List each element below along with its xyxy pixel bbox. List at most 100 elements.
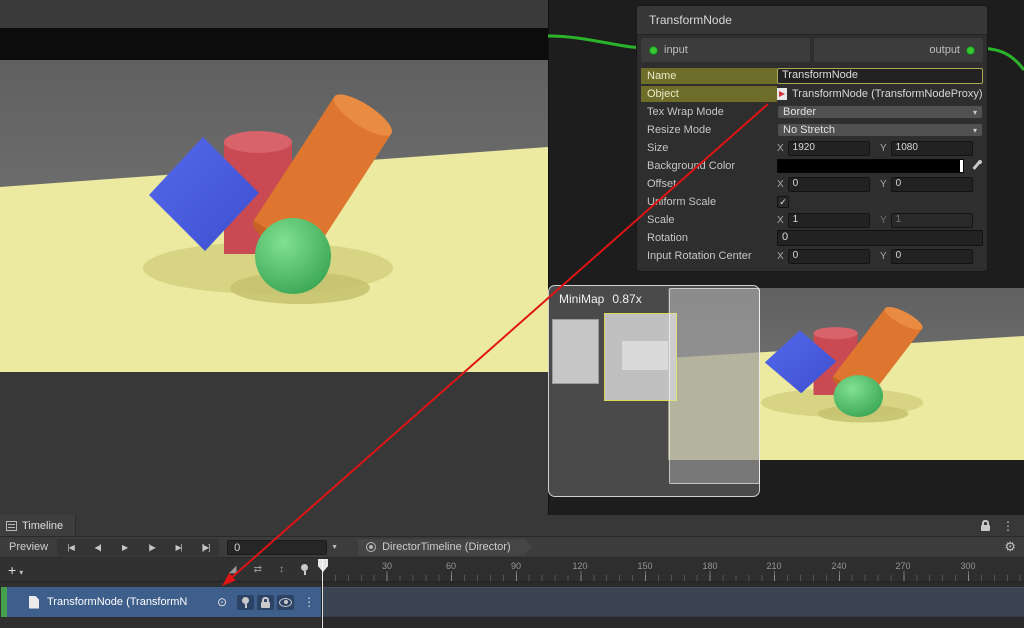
input-port-dot-icon[interactable] xyxy=(649,46,658,55)
rotation-center-y-label: Y xyxy=(880,251,887,262)
offset-x-field[interactable]: 0 xyxy=(788,177,870,192)
gear-icon[interactable]: ⚙ xyxy=(1004,539,1024,555)
uniform-scale-checkbox[interactable]: ✓ xyxy=(777,196,789,208)
name-field[interactable]: TransformNode xyxy=(777,68,983,84)
resize-mode-dropdown[interactable]: No Stretch ▾ xyxy=(777,123,983,137)
frame-options-caret-icon[interactable]: ▼ xyxy=(331,544,338,551)
transform-node-card[interactable]: TransformNode input output Name Transfor… xyxy=(636,5,988,272)
scale-x-label: X xyxy=(777,215,784,226)
object-picker-icon[interactable]: ⊙ xyxy=(217,596,227,608)
rotation-field[interactable]: 0 xyxy=(777,230,983,246)
ruler-tick-label: 120 xyxy=(572,561,587,571)
name-label: Name xyxy=(641,68,777,84)
lock-icon[interactable] xyxy=(981,520,990,531)
ruler-tick-label: 270 xyxy=(895,561,910,571)
timeline-ruler[interactable]: 30 60 90 120 150 180 210 240 270 300 xyxy=(322,558,1024,582)
minimap-node-thumbnail[interactable] xyxy=(552,319,599,384)
minimap-zoom-level: 0.87x xyxy=(612,292,641,306)
marker-pin-icon[interactable] xyxy=(301,564,308,575)
timeline-window: Timeline ⋮ Preview |◀ ◀| ▶ |▶ ▶| [▶] 0 ▼… xyxy=(0,515,1024,628)
track-name: TransformNode (TransformN xyxy=(47,596,215,608)
previous-frame-button[interactable]: ◀| xyxy=(84,543,111,552)
breadcrumb-label: DirectorTimeline (Director) xyxy=(382,541,511,553)
object-field[interactable]: TransformNode (TransformNodeProxy) xyxy=(777,88,983,100)
input-rotation-center-label: Input Rotation Center xyxy=(641,248,777,264)
minimap-node-thumbnail-selected[interactable] xyxy=(604,313,677,401)
replace-mode-icon[interactable]: ↕ xyxy=(279,564,284,575)
plus-icon: + xyxy=(8,563,16,577)
chevron-down-icon: ▾ xyxy=(973,126,977,135)
ruler-tick-label: 30 xyxy=(382,561,392,571)
ripple-mode-icon[interactable]: ⇄ xyxy=(254,564,262,575)
track-lane[interactable] xyxy=(322,587,1024,617)
scale-label: Scale xyxy=(641,212,777,228)
output-port[interactable]: output xyxy=(814,38,983,62)
object-value: TransformNode (TransformNodeProxy) xyxy=(792,88,983,100)
tab-timeline[interactable]: Timeline xyxy=(0,515,76,536)
size-y-field[interactable]: 1080 xyxy=(891,141,973,156)
lock-track-button[interactable] xyxy=(257,595,274,610)
property-row-background-color: Background Color xyxy=(641,157,983,175)
eyedropper-icon[interactable] xyxy=(969,159,983,173)
track-toggle-buttons xyxy=(237,595,294,610)
property-row-input-rotation-center: Input Rotation Center X 0 Y 0 xyxy=(641,247,983,265)
input-port[interactable]: input xyxy=(641,38,810,62)
size-label: Size xyxy=(641,140,777,156)
minimap-title-row: MiniMap 0.87x xyxy=(559,292,642,306)
game-view-letterbox xyxy=(0,28,548,60)
transport-controls: |◀ ◀| ▶ |▶ ▶| [▶] xyxy=(57,539,219,556)
node-header[interactable]: TransformNode xyxy=(637,6,987,35)
offset-x-label: X xyxy=(777,179,784,190)
playhead-line xyxy=(322,559,323,628)
size-x-field[interactable]: 1920 xyxy=(788,141,870,156)
output-port-dot-icon[interactable] xyxy=(966,46,975,55)
left-panel-empty-area xyxy=(0,372,548,515)
red-cylinder-top xyxy=(224,131,292,153)
tex-wrap-dropdown[interactable]: Border ▾ xyxy=(777,105,983,119)
scene-render xyxy=(0,60,548,372)
output-port-label: output xyxy=(929,44,960,56)
breadcrumb[interactable]: DirectorTimeline (Director) xyxy=(358,539,533,556)
minimap-panel[interactable]: MiniMap 0.87x xyxy=(548,285,760,497)
node-title: TransformNode xyxy=(649,13,732,27)
pin-track-button[interactable] xyxy=(237,595,254,610)
track-list-header: + ▾ ◢ ⇄ ↕ xyxy=(0,558,322,582)
mute-track-button[interactable] xyxy=(277,595,294,610)
go-to-end-button[interactable]: ▶| xyxy=(165,543,192,552)
rotation-center-y-field[interactable]: 0 xyxy=(891,249,973,264)
uniform-scale-label: Uniform Scale xyxy=(641,194,777,210)
ruler-major-ticks xyxy=(322,571,1024,581)
play-button[interactable]: ▶ xyxy=(111,543,138,552)
node-ports-row: input output xyxy=(637,35,987,65)
property-row-size: Size X 1920 Y 1080 xyxy=(641,139,983,157)
next-frame-button[interactable]: |▶ xyxy=(138,543,165,552)
window-menu-icon[interactable]: ⋮ xyxy=(1002,520,1014,532)
offset-y-label: Y xyxy=(880,179,887,190)
game-view-viewport[interactable] xyxy=(0,60,548,372)
go-to-start-button[interactable]: |◀ xyxy=(57,543,84,552)
node-properties: Name TransformNode Object TransformNode … xyxy=(637,65,987,271)
mix-mode-icon[interactable]: ◢ xyxy=(229,564,237,575)
scale-x-field[interactable]: 1 xyxy=(788,213,870,228)
property-row-scale: Scale X 1 Y 1 xyxy=(641,211,983,229)
track-row[interactable]: TransformNode (TransformN ⊙ ⋮ xyxy=(1,587,321,617)
property-row-tex-wrap: Tex Wrap Mode Border ▾ xyxy=(641,103,983,121)
rotation-center-x-field[interactable]: 0 xyxy=(788,249,870,264)
background-color-swatch[interactable] xyxy=(777,159,964,173)
play-range-button[interactable]: [▶] xyxy=(192,543,219,552)
preview-toggle-button[interactable]: Preview xyxy=(0,541,57,553)
minimap-viewport-rect[interactable] xyxy=(669,288,760,484)
object-label: Object xyxy=(641,86,777,102)
rotation-label: Rotation xyxy=(641,230,777,246)
resize-mode-label: Resize Mode xyxy=(641,122,777,138)
offset-y-field[interactable]: 0 xyxy=(891,177,973,192)
track-menu-icon[interactable]: ⋮ xyxy=(303,595,315,609)
add-track-button[interactable]: + ▾ xyxy=(0,563,31,577)
scale-y-label: Y xyxy=(880,215,887,226)
property-row-resize-mode: Resize Mode No Stretch ▾ xyxy=(641,121,983,139)
tab-timeline-label: Timeline xyxy=(22,520,63,532)
chevron-down-icon: ▾ xyxy=(19,568,23,577)
current-frame-field[interactable]: 0 xyxy=(227,540,327,555)
tab-bar-controls: ⋮ xyxy=(981,520,1024,532)
property-row-uniform-scale: Uniform Scale ✓ xyxy=(641,193,983,211)
